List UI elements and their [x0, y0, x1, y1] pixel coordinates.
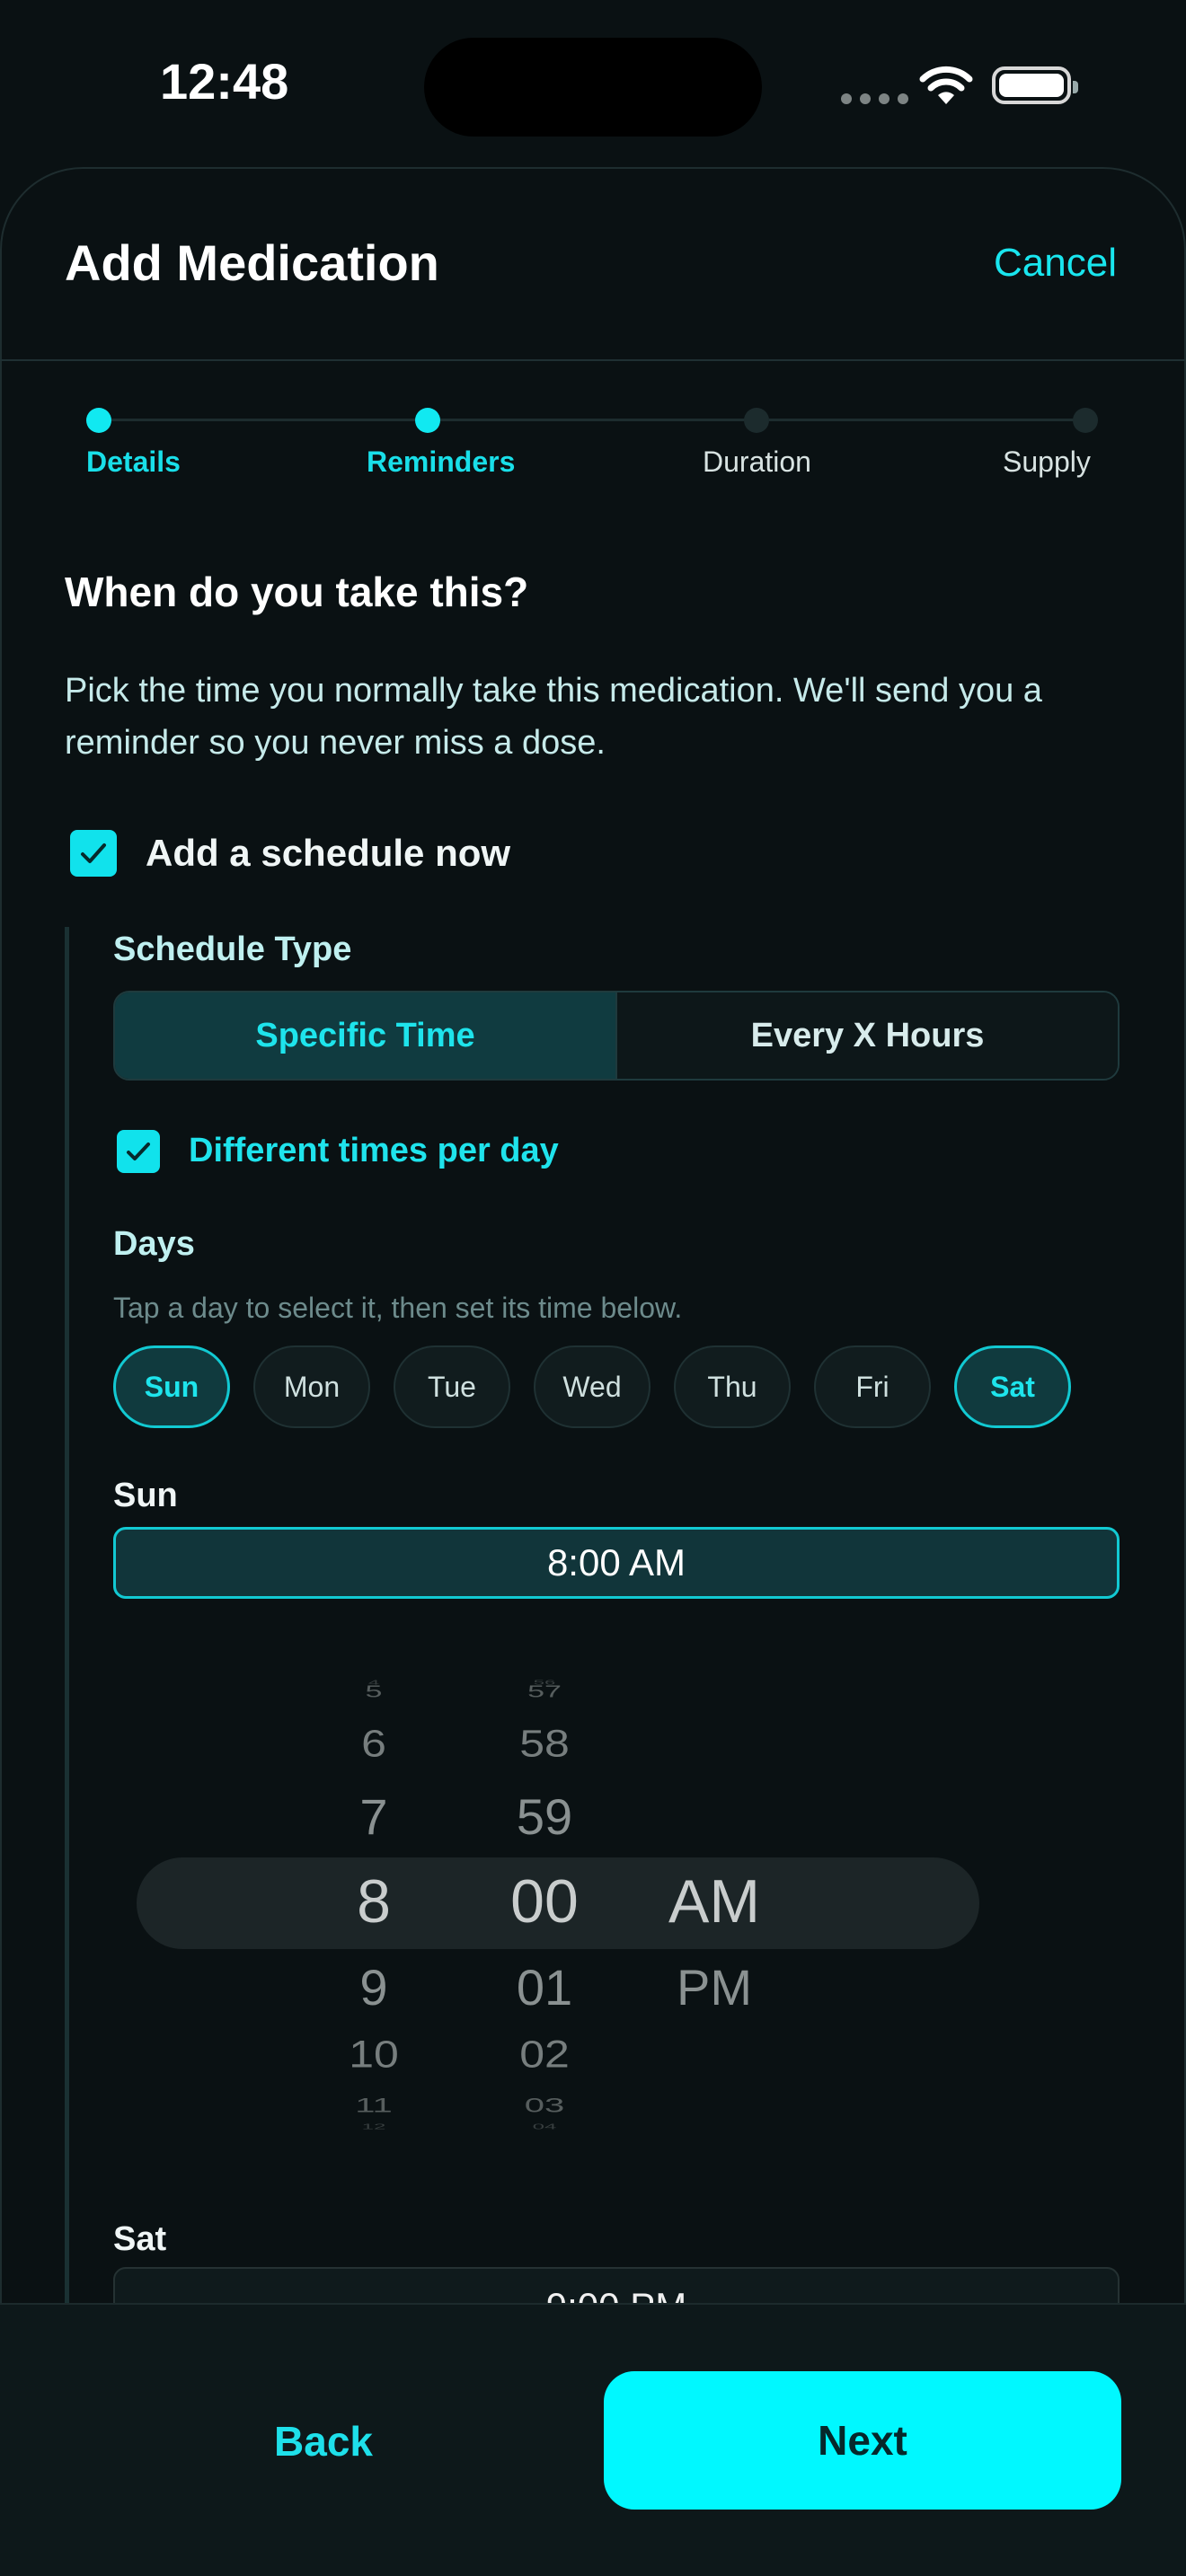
- day-pill-tue[interactable]: Tue: [394, 1345, 510, 1428]
- add-schedule-label[interactable]: Add a schedule now: [146, 832, 510, 875]
- day-pill-sat[interactable]: Sat: [954, 1345, 1071, 1428]
- segment-specific-time[interactable]: Specific Time: [115, 992, 615, 1079]
- checkmark-icon: [127, 1142, 150, 1160]
- days-label: Days: [113, 1225, 195, 1263]
- section-title: When do you take this?: [65, 569, 529, 615]
- schedule-section-indent: [65, 927, 69, 2305]
- section-description: Pick the time you normally take this med…: [65, 672, 1042, 762]
- back-button[interactable]: Back: [208, 2375, 438, 2508]
- minute-option[interactable]: 59: [482, 1787, 607, 1846]
- step-connector: [111, 419, 417, 421]
- different-times-label[interactable]: Different times per day: [189, 1132, 559, 1170]
- status-time: 12:48: [160, 53, 289, 110]
- battery-icon: [992, 66, 1078, 104]
- minute-option[interactable]: 01: [482, 1958, 607, 2016]
- day-pill-thu[interactable]: Thu: [674, 1345, 791, 1428]
- hour-option[interactable]: 12: [320, 2122, 428, 2131]
- hour-option-selected[interactable]: 8: [320, 1866, 428, 1936]
- step-label-details[interactable]: Details: [86, 446, 181, 479]
- step-dot-reminders: [415, 408, 440, 433]
- hour-option[interactable]: 6: [320, 1721, 428, 1765]
- day-pill-wed[interactable]: Wed: [534, 1345, 651, 1428]
- minute-wheel[interactable]: 56 57 58 59 00 01 02 03 04: [482, 1671, 607, 2138]
- day-pill-fri[interactable]: Fri: [814, 1345, 931, 1428]
- period-option-selected[interactable]: AM: [647, 1866, 782, 1936]
- hour-option[interactable]: 5: [320, 1682, 428, 1701]
- sat-time-label: Sat: [113, 2220, 167, 2258]
- step-label-duration[interactable]: Duration: [703, 446, 811, 479]
- day-pill-mon[interactable]: Mon: [253, 1345, 370, 1428]
- step-connector: [769, 419, 1075, 421]
- sun-time-field[interactable]: 8:00 AM: [113, 1527, 1120, 1599]
- segment-every-x-hours[interactable]: Every X Hours: [615, 992, 1118, 1079]
- step-label-supply[interactable]: Supply: [1003, 446, 1091, 479]
- hour-option[interactable]: 9: [320, 1958, 428, 2016]
- period-option[interactable]: PM: [647, 1958, 782, 2016]
- dynamic-island: [424, 38, 762, 137]
- hour-wheel[interactable]: 4 5 6 7 8 9 10 11 12: [320, 1671, 428, 2138]
- minute-option-selected[interactable]: 00: [482, 1866, 607, 1936]
- minute-option[interactable]: 02: [482, 2032, 607, 2076]
- step-dot-details: [86, 408, 111, 433]
- days-hint: Tap a day to select it, then set its tim…: [113, 1292, 683, 1324]
- page-title: Add Medication: [65, 234, 439, 291]
- add-schedule-checkbox[interactable]: [70, 830, 117, 877]
- step-dot-duration: [744, 408, 769, 433]
- hour-option[interactable]: 7: [320, 1787, 428, 1846]
- hour-option[interactable]: 11: [320, 2095, 428, 2117]
- header-divider: [0, 359, 1186, 361]
- step-dot-supply: [1073, 408, 1098, 433]
- step-label-reminders[interactable]: Reminders: [367, 446, 515, 479]
- schedule-type-label: Schedule Type: [113, 931, 352, 968]
- sun-time-label: Sun: [113, 1477, 178, 1514]
- day-pill-sun[interactable]: Sun: [113, 1345, 230, 1428]
- period-wheel[interactable]: AM PM: [647, 1671, 782, 2138]
- step-connector: [440, 419, 746, 421]
- cellular-signal-icon: [841, 93, 908, 104]
- minute-option[interactable]: 04: [482, 2122, 607, 2131]
- minute-option[interactable]: 57: [482, 1682, 607, 1701]
- wifi-icon: [918, 65, 974, 110]
- checkmark-icon: [81, 843, 106, 863]
- different-times-checkbox[interactable]: [117, 1130, 160, 1173]
- schedule-type-segmented-control: Specific Time Every X Hours: [113, 991, 1120, 1081]
- minute-option[interactable]: 58: [482, 1721, 607, 1765]
- minute-option[interactable]: 03: [482, 2095, 607, 2117]
- hour-option[interactable]: 10: [320, 2032, 428, 2076]
- next-button[interactable]: Next: [604, 2371, 1121, 2510]
- cancel-button[interactable]: Cancel: [994, 241, 1117, 286]
